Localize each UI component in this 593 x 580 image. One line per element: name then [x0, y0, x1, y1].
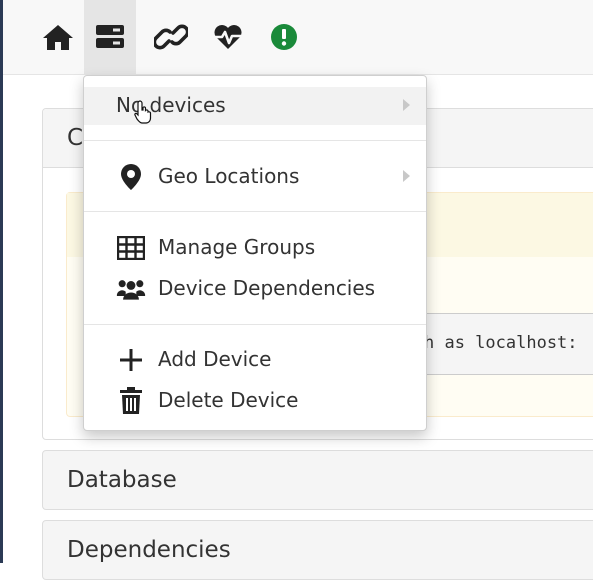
database-heading: Database	[67, 467, 177, 493]
devices-dropdown-menu: No devices Geo Locations Manage Groups D…	[83, 75, 427, 431]
plus-icon	[116, 346, 146, 374]
alert-circle-icon	[271, 24, 297, 50]
menu-item-add-device[interactable]: Add Device	[84, 341, 426, 379]
menu-divider	[84, 211, 426, 212]
menu-divider	[84, 140, 426, 141]
menu-item-delete-device[interactable]: Delete Device	[84, 382, 426, 420]
server-icon	[96, 25, 124, 48]
menu-item-label: Delete Device	[158, 388, 299, 412]
menu-item-label: No devices	[116, 93, 226, 117]
home-nav-button[interactable]	[32, 0, 84, 74]
menu-item-manage-groups[interactable]: Manage Groups	[84, 229, 426, 267]
menu-item-label: Manage Groups	[158, 235, 316, 259]
chevron-right-icon	[403, 170, 410, 182]
users-icon	[116, 275, 146, 303]
menu-item-device-dependencies[interactable]: Device Dependencies	[84, 270, 426, 308]
menu-item-geo-locations[interactable]: Geo Locations	[84, 158, 426, 196]
ports-nav-button[interactable]	[145, 0, 197, 74]
trash-icon	[116, 387, 146, 415]
dependencies-panel[interactable]: Dependencies	[42, 520, 593, 580]
menu-item-label: Geo Locations	[158, 164, 300, 188]
health-nav-button[interactable]	[202, 0, 254, 74]
window-edge	[0, 0, 3, 563]
database-panel[interactable]: Database	[42, 450, 593, 510]
overview-heading: C	[67, 125, 84, 151]
dependencies-heading: Dependencies	[67, 537, 231, 563]
heartbeat-icon	[214, 25, 242, 49]
link-icon	[154, 24, 188, 50]
menu-item-label: Device Dependencies	[158, 276, 376, 300]
hand-cursor-icon	[134, 100, 152, 124]
table-grid-icon	[116, 234, 146, 262]
menu-item-label: Add Device	[158, 347, 272, 371]
top-navbar	[3, 0, 593, 75]
code-text: h as localhost:	[424, 333, 578, 353]
alerts-nav-button[interactable]	[258, 0, 310, 74]
chevron-right-icon	[403, 99, 410, 111]
menu-divider	[84, 324, 426, 325]
map-marker-icon	[116, 163, 146, 191]
home-icon	[43, 25, 73, 50]
devices-nav-button[interactable]	[84, 0, 136, 74]
